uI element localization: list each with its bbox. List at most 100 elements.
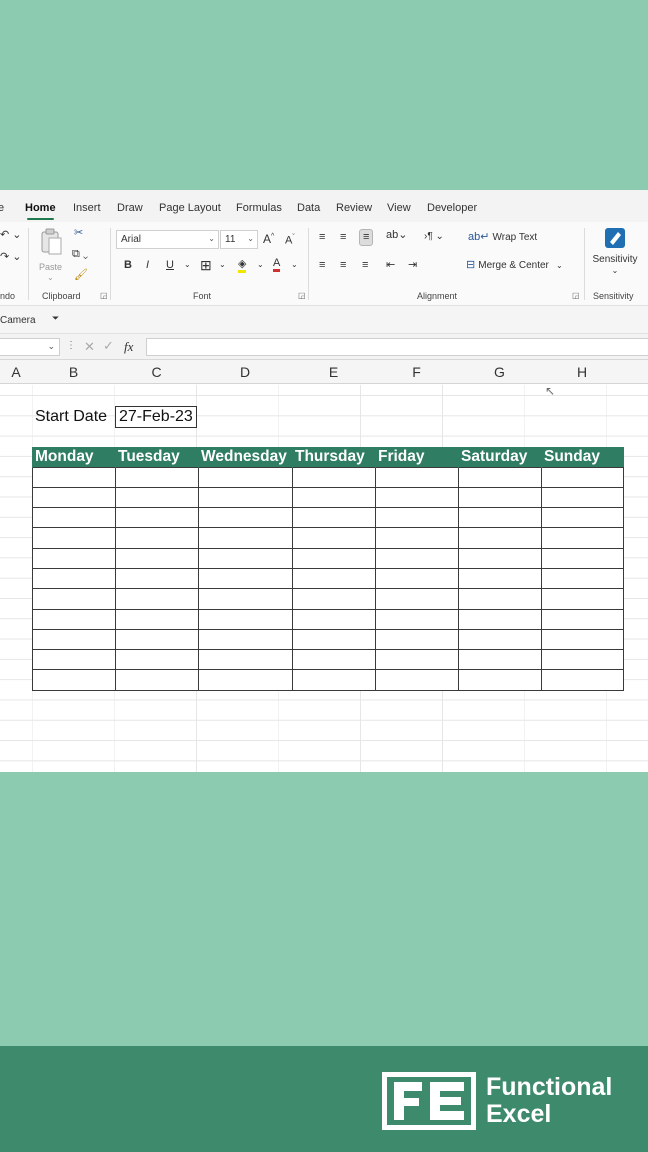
chevron-down-icon[interactable]: ⌄ (291, 261, 298, 269)
header-friday[interactable]: Friday (375, 447, 459, 467)
undo-icon[interactable]: ↶ ⌄ (0, 230, 22, 241)
fill-color-icon[interactable]: ◈ (238, 259, 247, 273)
chevron-down-icon[interactable]: ⏷ (52, 313, 59, 324)
calendar-cell[interactable] (115, 649, 199, 671)
calendar-cell[interactable] (292, 608, 376, 630)
calendar-cell[interactable] (292, 567, 376, 590)
calendar-cell[interactable] (375, 628, 459, 651)
column-header-d[interactable]: D (198, 360, 292, 384)
calendar-cell[interactable] (458, 507, 542, 529)
dialog-launcher-icon[interactable]: ◲ (298, 291, 306, 300)
calendar-cell[interactable] (198, 567, 293, 590)
calendar-cell[interactable] (541, 669, 624, 691)
calendar-cell[interactable] (292, 507, 376, 529)
tab-data[interactable]: Data (297, 202, 320, 214)
calendar-cell[interactable] (375, 588, 459, 610)
calendar-cell[interactable] (32, 466, 116, 488)
calendar-cell[interactable] (198, 628, 293, 651)
chevron-down-icon[interactable]: ⌄ (219, 261, 226, 269)
calendar-cell[interactable] (115, 628, 199, 651)
header-saturday[interactable]: Saturday (458, 447, 542, 467)
calendar-cell[interactable] (115, 588, 199, 610)
decrease-indent-icon[interactable]: ⇤ (386, 260, 395, 271)
align-right-icon[interactable]: ≡ (362, 260, 368, 271)
calendar-cell[interactable] (292, 527, 376, 549)
font-name-select[interactable]: Arial ⌄ (116, 230, 219, 249)
calendar-cell[interactable] (541, 567, 624, 590)
calendar-cell[interactable] (115, 527, 199, 549)
calendar-cell[interactable] (198, 466, 293, 488)
calendar-cell[interactable] (458, 466, 542, 488)
calendar-cell[interactable] (115, 608, 199, 630)
calendar-cell[interactable] (458, 588, 542, 610)
align-middle-icon[interactable]: ≡ (340, 232, 346, 243)
calendar-cell[interactable] (115, 507, 199, 529)
calendar-cell[interactable] (198, 608, 293, 630)
calendar-cell[interactable] (115, 669, 199, 691)
enter-icon[interactable]: ✓ (103, 338, 114, 354)
calendar-cell[interactable] (458, 649, 542, 671)
insert-function-icon[interactable]: fx (124, 339, 133, 355)
calendar-cell[interactable] (458, 669, 542, 691)
calendar-cell[interactable] (458, 527, 542, 549)
copy-icon[interactable]: ⧉ ⌄ (72, 249, 88, 260)
calendar-cell[interactable] (292, 669, 376, 691)
chevron-down-icon[interactable]: ⌄ (257, 261, 264, 269)
column-header-c[interactable]: C (115, 360, 198, 384)
calendar-cell[interactable] (541, 527, 624, 549)
calendar-cell[interactable] (292, 547, 376, 569)
calendar-cell[interactable] (375, 486, 459, 509)
cut-icon[interactable]: ✂ (74, 228, 83, 239)
start-date-cell[interactable]: 27-Feb-23 (115, 406, 197, 428)
calendar-cell[interactable] (541, 608, 624, 630)
calendar-cell[interactable] (292, 588, 376, 610)
decrease-font-icon[interactable]: Aˇ (285, 234, 295, 247)
header-wednesday[interactable]: Wednesday (198, 447, 293, 467)
increase-indent-icon[interactable]: ⇥ (408, 260, 417, 271)
calendar-cell[interactable] (541, 507, 624, 529)
text-direction-icon[interactable]: ›¶ ⌄ (424, 232, 444, 242)
header-monday[interactable]: Monday (32, 447, 116, 467)
calendar-cell[interactable] (292, 486, 376, 509)
calendar-cell[interactable] (32, 527, 116, 549)
align-center-icon[interactable]: ≡ (340, 260, 346, 271)
calendar-cell[interactable] (541, 628, 624, 651)
calendar-cell[interactable] (541, 649, 624, 671)
calendar-cell[interactable] (375, 507, 459, 529)
calendar-cell[interactable] (458, 486, 542, 509)
tab-home[interactable]: Home (25, 202, 56, 220)
chevron-down-icon[interactable]: ⌄ (184, 261, 191, 269)
calendar-cell[interactable] (541, 547, 624, 569)
calendar-cell[interactable] (541, 486, 624, 509)
font-color-icon[interactable]: A (273, 258, 281, 272)
align-top-icon[interactable]: ≡ (319, 232, 325, 243)
tab-view[interactable]: View (387, 202, 411, 214)
calendar-cell[interactable] (458, 547, 542, 569)
calendar-cell[interactable] (32, 547, 116, 569)
calendar-cell[interactable] (198, 669, 293, 691)
column-header-b[interactable]: B (32, 360, 115, 384)
calendar-cell[interactable] (32, 628, 116, 651)
calendar-cell[interactable] (375, 608, 459, 630)
align-bottom-icon[interactable]: ≡ (359, 229, 374, 246)
calendar-cell[interactable] (32, 567, 116, 590)
calendar-cell[interactable] (375, 547, 459, 569)
calendar-cell[interactable] (198, 649, 293, 671)
bold-icon[interactable]: B (124, 260, 132, 271)
calendar-cell[interactable] (198, 486, 293, 509)
dialog-launcher-icon[interactable]: ◲ (100, 291, 108, 300)
calendar-cell[interactable] (292, 628, 376, 651)
calendar-cell[interactable] (375, 649, 459, 671)
tab-insert[interactable]: Insert (73, 202, 101, 214)
column-header-e[interactable]: E (292, 360, 375, 384)
column-header-g[interactable]: G (458, 360, 541, 384)
header-thursday[interactable]: Thursday (292, 447, 376, 467)
calendar-cell[interactable] (198, 527, 293, 549)
tab-page-layout[interactable]: Page Layout (159, 202, 221, 214)
italic-icon[interactable]: I (146, 260, 149, 271)
header-tuesday[interactable]: Tuesday (115, 447, 199, 467)
redo-icon[interactable]: ↷ ⌄ (0, 252, 22, 263)
sensitivity-button[interactable]: Sensitivity ⌄ (589, 226, 641, 284)
calendar-cell[interactable] (458, 567, 542, 590)
column-header-h[interactable]: H (541, 360, 623, 384)
